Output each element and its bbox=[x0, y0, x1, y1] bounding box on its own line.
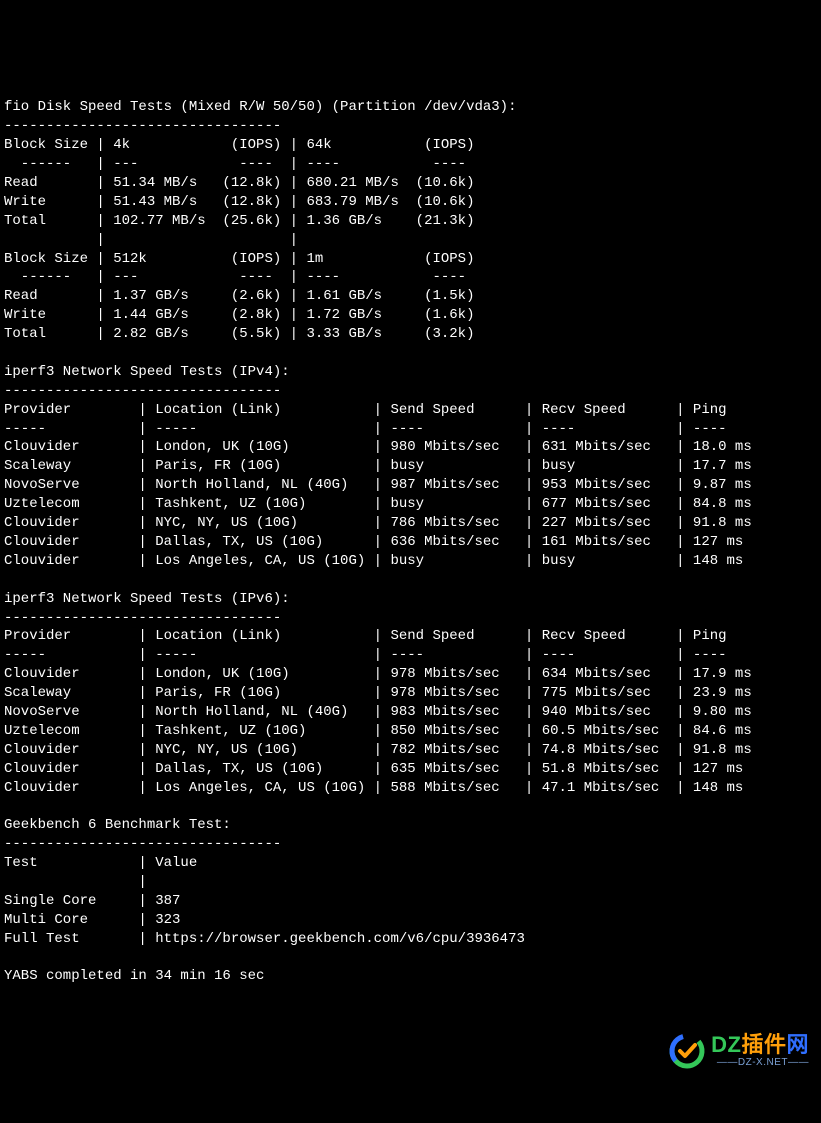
fio-t2-write: Write | 1.44 GB/s (2.8k) | 1.72 GB/s (1.… bbox=[4, 307, 474, 323]
ipv4-dashes: --------------------------------- bbox=[4, 383, 281, 399]
ipv6-header: iperf3 Network Speed Tests (IPv6): bbox=[4, 591, 290, 607]
ipv6-row: Clouvider | NYC, NY, US (10G) | 782 Mbit… bbox=[4, 742, 752, 758]
terminal-output: fio Disk Speed Tests (Mixed R/W 50/50) (… bbox=[4, 80, 817, 987]
footer-line: YABS completed in 34 min 16 sec bbox=[4, 968, 264, 984]
ipv4-row: Clouvider | Los Angeles, CA, US (10G) | … bbox=[4, 553, 743, 569]
fio-t1-sep: ------ | --- ---- | ---- ---- bbox=[4, 156, 466, 172]
ipv6-dashes: --------------------------------- bbox=[4, 610, 281, 626]
ipv4-row: Clouvider | Dallas, TX, US (10G) | 636 M… bbox=[4, 534, 743, 550]
ipv4-row: Scaleway | Paris, FR (10G) | busy | busy… bbox=[4, 458, 752, 474]
fio-t1-hdr: Block Size | 4k (IOPS) | 64k (IOPS) bbox=[4, 137, 474, 153]
ipv4-row: NovoServe | North Holland, NL (40G) | 98… bbox=[4, 477, 752, 493]
fio-t1-read: Read | 51.34 MB/s (12.8k) | 680.21 MB/s … bbox=[4, 175, 474, 191]
fio-t1-write: Write | 51.43 MB/s (12.8k) | 683.79 MB/s… bbox=[4, 194, 474, 210]
gb-blank: | bbox=[4, 874, 147, 890]
fio-blank: | | bbox=[4, 232, 298, 248]
ipv4-hdr: Provider | Location (Link) | Send Speed … bbox=[4, 402, 727, 418]
ipv6-row: Clouvider | Los Angeles, CA, US (10G) | … bbox=[4, 780, 743, 796]
gb-dashes: --------------------------------- bbox=[4, 836, 281, 852]
ipv6-row: Clouvider | Dallas, TX, US (10G) | 635 M… bbox=[4, 761, 743, 777]
fio-header: fio Disk Speed Tests (Mixed R/W 50/50) (… bbox=[4, 99, 516, 115]
watermark-logo-icon bbox=[667, 993, 707, 1109]
ipv6-row: Scaleway | Paris, FR (10G) | 978 Mbits/s… bbox=[4, 685, 752, 701]
ipv6-row: NovoServe | North Holland, NL (40G) | 98… bbox=[4, 704, 752, 720]
ipv6-row: Clouvider | London, UK (10G) | 978 Mbits… bbox=[4, 666, 752, 682]
watermark: DZ插件网 ——DZ-X.NET—— bbox=[667, 993, 809, 1109]
ipv4-row: Clouvider | London, UK (10G) | 980 Mbits… bbox=[4, 439, 752, 455]
fio-dashes: --------------------------------- bbox=[4, 118, 281, 134]
ipv4-sep: ----- | ----- | ---- | ---- | ---- bbox=[4, 421, 727, 437]
fio-t2-hdr: Block Size | 512k (IOPS) | 1m (IOPS) bbox=[4, 251, 474, 267]
ipv6-hdr: Provider | Location (Link) | Send Speed … bbox=[4, 628, 727, 644]
fio-t1-total: Total | 102.77 MB/s (25.6k) | 1.36 GB/s … bbox=[4, 213, 474, 229]
watermark-subtitle: ——DZ-X.NET—— bbox=[711, 1058, 809, 1068]
gb-full: Full Test | https://browser.geekbench.co… bbox=[4, 931, 525, 947]
ipv4-header: iperf3 Network Speed Tests (IPv4): bbox=[4, 364, 290, 380]
gb-header: Geekbench 6 Benchmark Test: bbox=[4, 817, 231, 833]
watermark-title: DZ插件网 bbox=[711, 1034, 809, 1056]
ipv6-sep: ----- | ----- | ---- | ---- | ---- bbox=[4, 647, 727, 663]
gb-single: Single Core | 387 bbox=[4, 893, 180, 909]
ipv4-row: Uztelecom | Tashkent, UZ (10G) | busy | … bbox=[4, 496, 752, 512]
gb-multi: Multi Core | 323 bbox=[4, 912, 180, 928]
ipv6-row: Uztelecom | Tashkent, UZ (10G) | 850 Mbi… bbox=[4, 723, 752, 739]
fio-t2-read: Read | 1.37 GB/s (2.6k) | 1.61 GB/s (1.5… bbox=[4, 288, 474, 304]
ipv4-row: Clouvider | NYC, NY, US (10G) | 786 Mbit… bbox=[4, 515, 752, 531]
fio-t2-sep: ------ | --- ---- | ---- ---- bbox=[4, 269, 466, 285]
gb-hdr: Test | Value bbox=[4, 855, 197, 871]
fio-t2-total: Total | 2.82 GB/s (5.5k) | 3.33 GB/s (3.… bbox=[4, 326, 474, 342]
